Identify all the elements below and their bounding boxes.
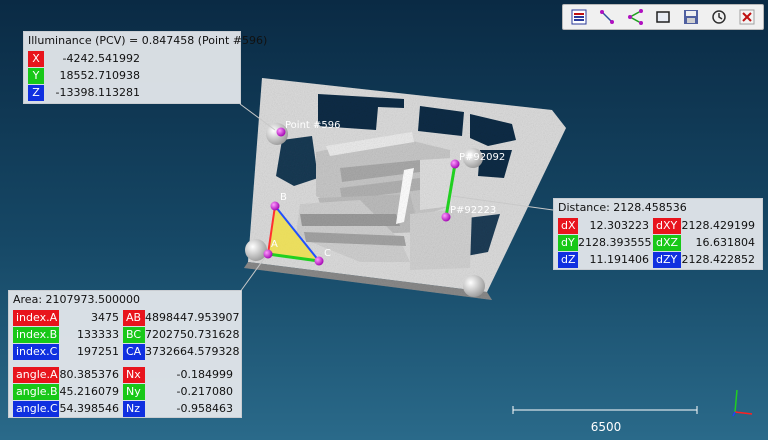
axis-z-value: -13398.113281 — [55, 86, 140, 99]
axis-y-label: Y — [28, 67, 44, 84]
dxz-label: dXZ — [653, 234, 681, 251]
ab-value: 4898447.953907 — [145, 311, 240, 324]
restore-icon — [712, 10, 726, 24]
label-point-c: C — [324, 248, 331, 259]
distance-title: Distance: 2128.458536 — [558, 201, 687, 214]
area-row: index.C 197251 CA 3732664.579328 — [9, 343, 241, 360]
ny-value: -0.217080 — [176, 385, 233, 398]
label-point-92223: P#92223 — [450, 205, 496, 216]
rectangle-pick-button[interactable] — [651, 6, 675, 28]
dz-value: 11.191406 — [589, 253, 650, 266]
list-icon — [571, 9, 587, 25]
point-pick-icon — [600, 10, 614, 24]
corner-sphere — [463, 275, 485, 297]
label-point-596: Point #596 — [285, 120, 340, 131]
dzy-label: dZY — [653, 251, 681, 268]
picking-toolbar — [562, 4, 764, 30]
point-info-panel[interactable]: Illuminance (PCV) = 0.847458 (Point #596… — [23, 31, 268, 104]
area-row: index.B 133333 BC 7202750.731628 — [9, 326, 241, 343]
point-row-z: Z -13398.113281 — [24, 84, 240, 101]
ab-label: AB — [123, 309, 145, 326]
picked-point-c[interactable] — [314, 256, 324, 266]
index-b-value: 133333 — [77, 328, 119, 341]
segment-pick-icon — [628, 9, 643, 25]
axis-x-value: -4242.541992 — [62, 52, 140, 65]
dy-label: dY — [558, 234, 578, 251]
index-a-value: 3475 — [91, 311, 119, 324]
3d-viewport[interactable]: Point #596 P#92092 P#92223 A B C 6500 Il… — [0, 0, 768, 440]
axis-x-label: X — [28, 50, 44, 67]
bc-label: BC — [123, 326, 145, 343]
area-row: angle.A 80.385376 Nx -0.184999 — [9, 366, 241, 383]
index-a-label: index.A — [13, 309, 59, 326]
area-title: Area: 2107973.500000 — [13, 293, 140, 306]
distance-panel[interactable]: Distance: 2128.458536 dX 12.303223 dXY 2… — [553, 198, 763, 270]
distance-row: dX 12.303223 dXY 2128.429199 — [554, 217, 762, 234]
corner-sphere — [245, 239, 267, 261]
nz-value: -0.958463 — [176, 402, 233, 415]
scale-bar-label: 6500 — [590, 420, 622, 434]
angle-b-value: 45.216079 — [59, 385, 120, 398]
list-button[interactable] — [567, 6, 591, 28]
nz-label: Nz — [123, 400, 145, 417]
ca-label: CA — [123, 343, 145, 360]
axis-trihedron — [732, 389, 753, 417]
nx-label: Nx — [123, 366, 145, 383]
save-icon — [684, 10, 698, 24]
dzy-value: 2128.422852 — [681, 253, 755, 266]
point-row-x: X -4242.541992 — [24, 50, 240, 67]
angle-a-value: 80.385376 — [59, 368, 120, 381]
label-point-a: A — [271, 239, 278, 250]
dx-label: dX — [558, 217, 578, 234]
picked-point-a[interactable] — [263, 249, 273, 259]
angle-b-label: angle.B — [13, 383, 59, 400]
dxz-value: 16.631804 — [695, 236, 756, 249]
distance-row: dZ 11.191406 dZY 2128.422852 — [554, 251, 762, 268]
ca-value: 3732664.579328 — [145, 345, 240, 358]
point-pick-button[interactable] — [595, 6, 619, 28]
angle-c-value: 54.398546 — [59, 402, 120, 415]
ny-label: Ny — [123, 383, 145, 400]
bc-value: 7202750.731628 — [145, 328, 240, 341]
area-row: angle.B 45.216079 Ny -0.217080 — [9, 383, 241, 400]
axis-z-label: Z — [28, 84, 44, 101]
save-button[interactable] — [679, 6, 703, 28]
point-info-title: Illuminance (PCV) = 0.847458 (Point #596… — [28, 34, 268, 47]
point-cloud — [244, 78, 566, 300]
distance-row: dY 2128.393555 dXZ 16.631804 — [554, 234, 762, 251]
picked-point-b[interactable] — [270, 201, 280, 211]
area-row: angle.C 54.398546 Nz -0.958463 — [9, 400, 241, 417]
scale-bar — [512, 406, 698, 414]
axis-y-value: 18552.710938 — [59, 69, 140, 82]
label-point-92092: P#92092 — [459, 152, 505, 163]
label-point-b: B — [280, 192, 287, 203]
area-panel[interactable]: Area: 2107973.500000 index.A 3475 AB 489… — [8, 290, 242, 418]
point-row-y: Y 18552.710938 — [24, 67, 240, 84]
index-c-value: 197251 — [77, 345, 119, 358]
dxy-value: 2128.429199 — [681, 219, 755, 232]
restore-button[interactable] — [707, 6, 731, 28]
segment-pick-button[interactable] — [623, 6, 647, 28]
nx-value: -0.184999 — [176, 368, 233, 381]
area-row: index.A 3475 AB 4898447.953907 — [9, 309, 241, 326]
dy-value: 2128.393555 — [578, 236, 652, 249]
rectangle-pick-icon — [656, 11, 670, 23]
angle-c-label: angle.C — [13, 400, 59, 417]
index-c-label: index.C — [13, 343, 59, 360]
close-icon — [739, 9, 755, 25]
angle-a-label: angle.A — [13, 366, 59, 383]
dxy-label: dXY — [653, 217, 681, 234]
dz-label: dZ — [558, 251, 578, 268]
close-button[interactable] — [735, 6, 759, 28]
index-b-label: index.B — [13, 326, 59, 343]
dx-value: 12.303223 — [589, 219, 650, 232]
